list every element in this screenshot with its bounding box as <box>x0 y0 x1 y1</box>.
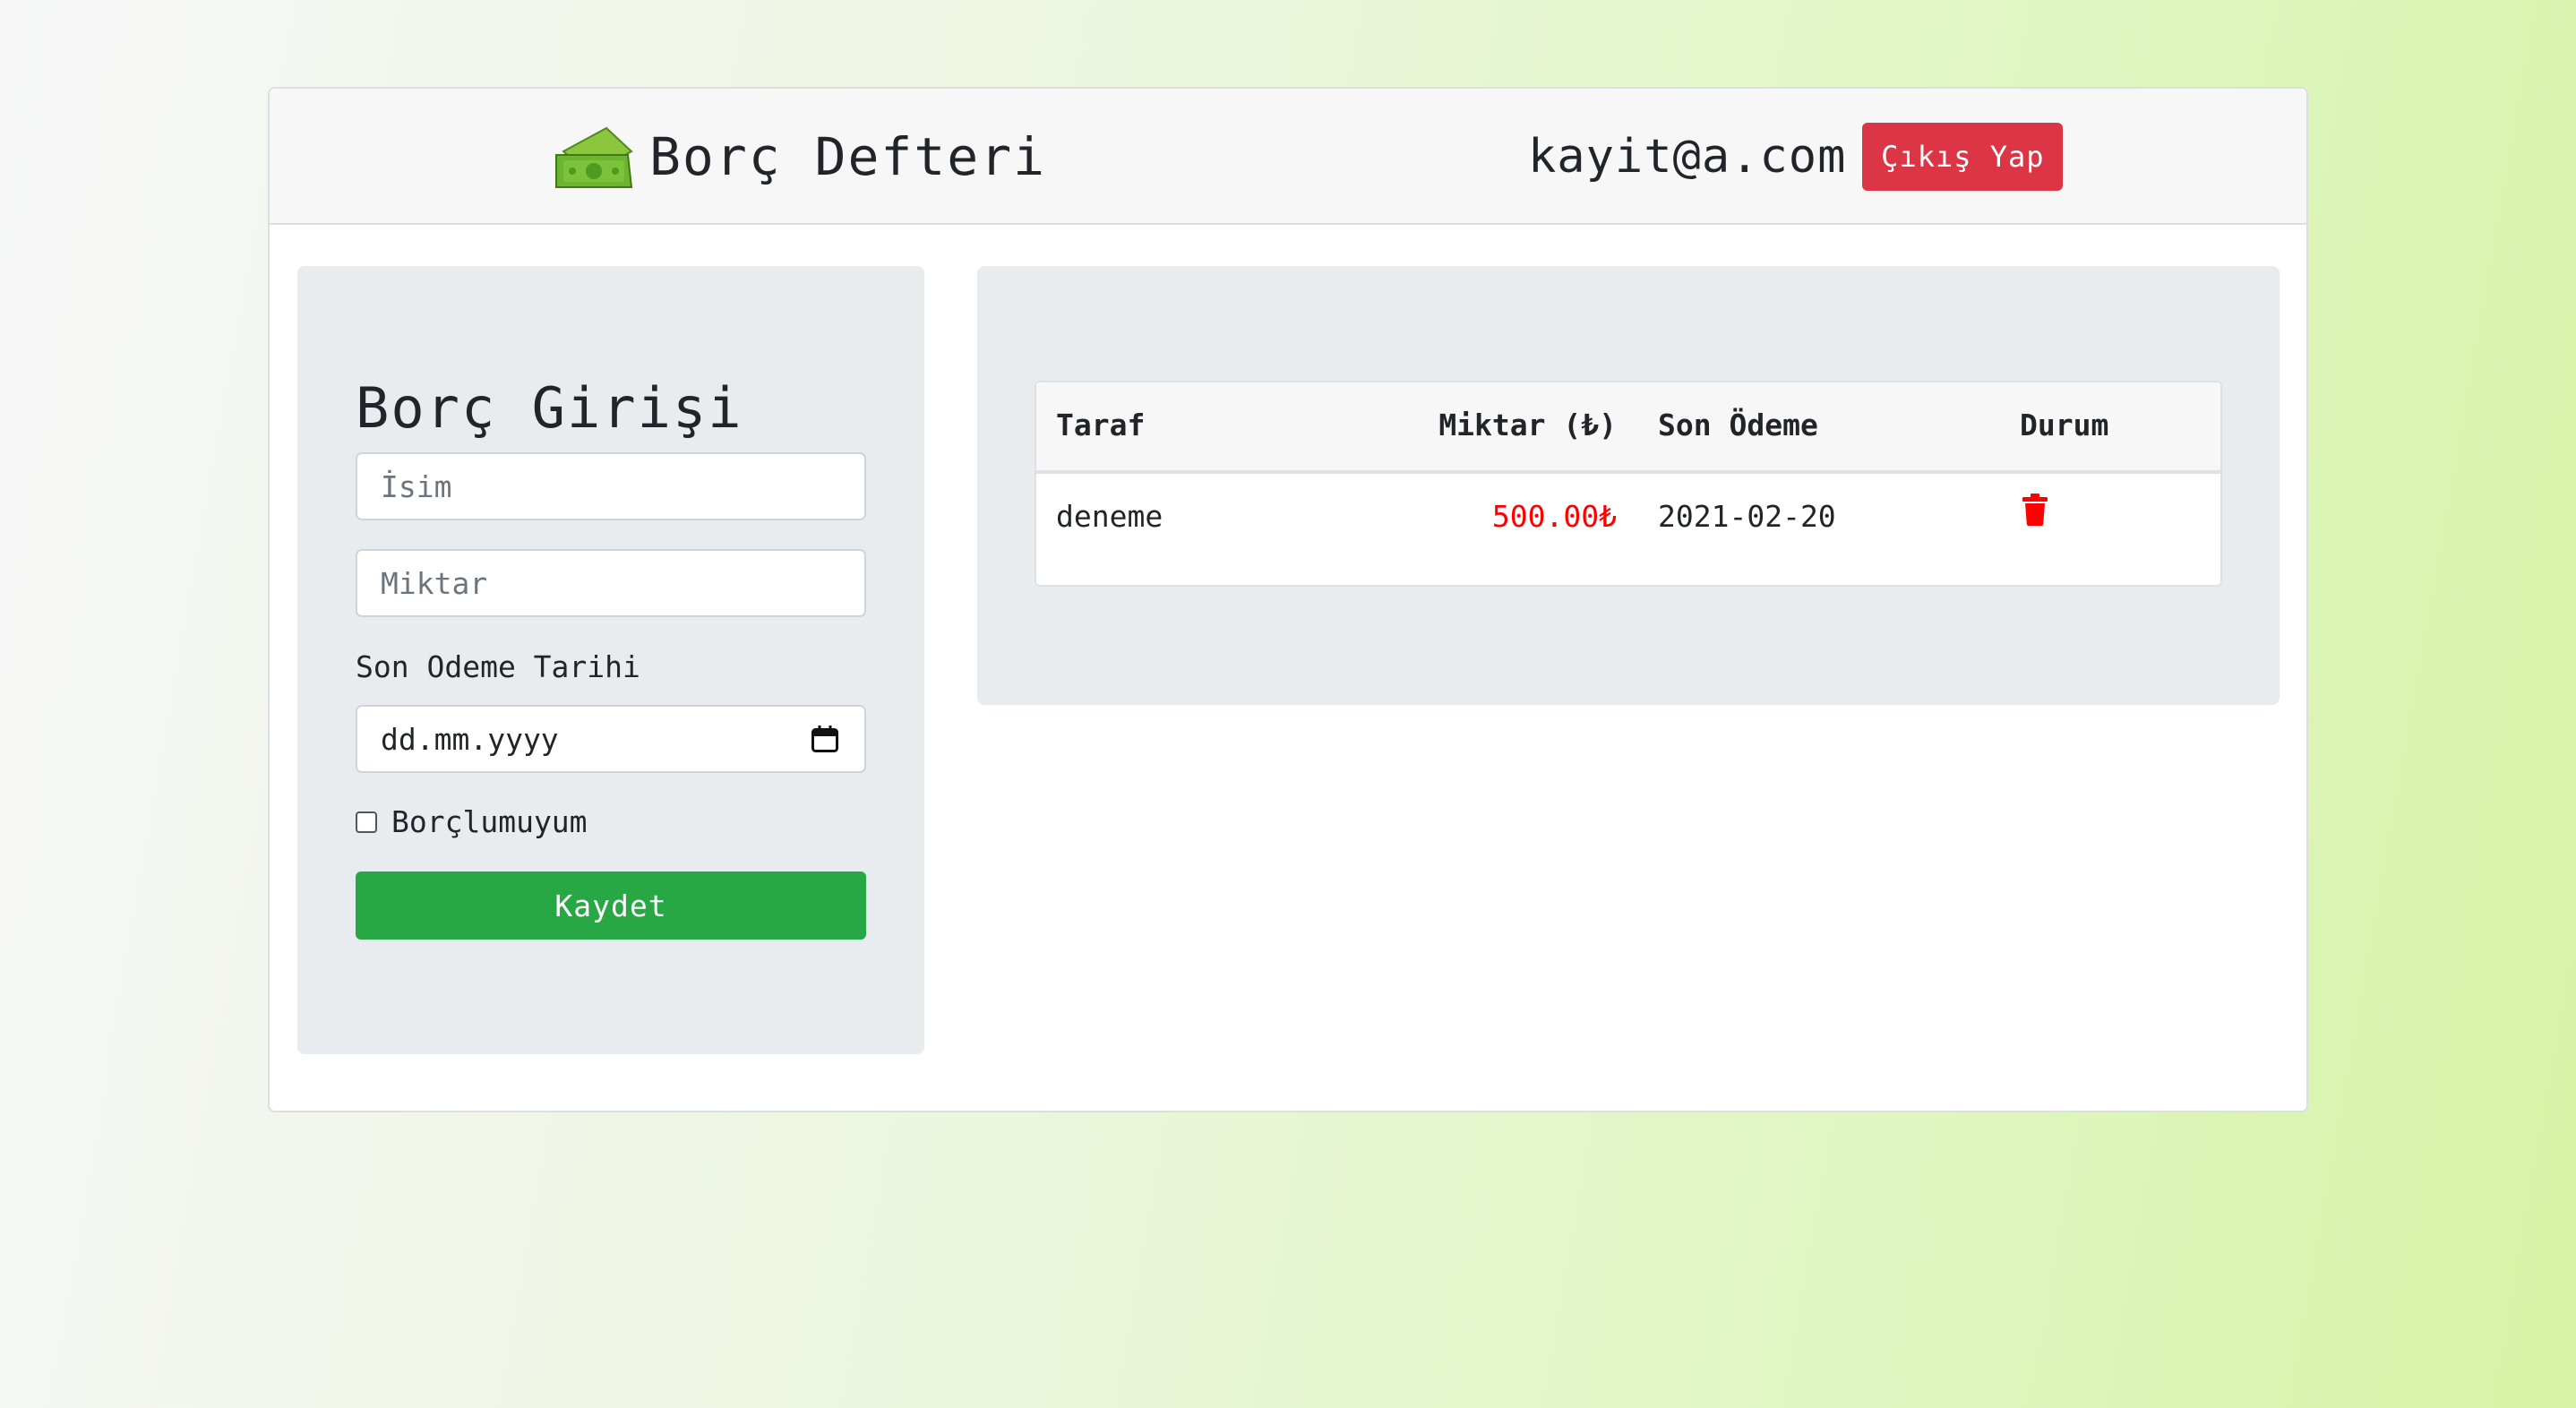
debt-table: Taraf Miktar (₺) Son Ödeme Durum deneme … <box>1035 381 2222 587</box>
calendar-icon[interactable] <box>809 723 841 755</box>
debtor-checkbox[interactable] <box>356 811 377 833</box>
money-bill-icon <box>555 126 633 188</box>
cell-son-odeme: 2021-02-20 <box>1658 499 1836 534</box>
user-email: kayit@a.com <box>1528 130 1847 184</box>
cell-miktar: 500.00₺ <box>1491 499 1617 534</box>
app-title: Borç Defteri <box>649 126 1047 187</box>
debt-entry-panel: Borç Girişi İsim Miktar Son Odeme Tarihi… <box>297 266 924 1054</box>
save-button[interactable]: Kaydet <box>356 871 866 940</box>
cell-taraf: deneme <box>1056 499 1163 534</box>
due-date-input[interactable]: dd.mm.yyyy <box>356 705 866 773</box>
app-header: Borç Defteri kayit@a.com Çıkış Yap <box>270 89 2306 225</box>
trash-icon[interactable] <box>2021 494 2049 526</box>
debtor-checkbox-label[interactable]: Borçlumuyum <box>391 804 588 839</box>
amount-input[interactable]: Miktar <box>356 549 866 617</box>
column-header-taraf: Taraf <box>1056 408 1146 442</box>
due-date-placeholder: dd.mm.yyyy <box>381 721 559 757</box>
logout-button[interactable]: Çıkış Yap <box>1862 123 2064 191</box>
brand: Borç Defteri <box>551 121 1046 193</box>
user-area: kayit@a.com Çıkış Yap <box>1528 121 2064 193</box>
column-header-miktar: Miktar (₺) <box>1438 408 1617 442</box>
debt-list-panel: Taraf Miktar (₺) Son Ödeme Durum deneme … <box>977 266 2280 705</box>
debtor-checkbox-row: Borçlumuyum <box>356 804 588 839</box>
form-title: Borç Girişi <box>356 375 743 441</box>
table-header: Taraf Miktar (₺) Son Ödeme Durum <box>1036 382 2220 474</box>
column-header-durum: Durum <box>2020 408 2109 442</box>
column-header-son-odeme: Son Ödeme <box>1658 408 1818 442</box>
name-input[interactable]: İsim <box>356 452 866 520</box>
due-date-label: Son Odeme Tarihi <box>356 649 640 684</box>
main-card: Borç Defteri kayit@a.com Çıkış Yap Borç … <box>268 87 2308 1112</box>
